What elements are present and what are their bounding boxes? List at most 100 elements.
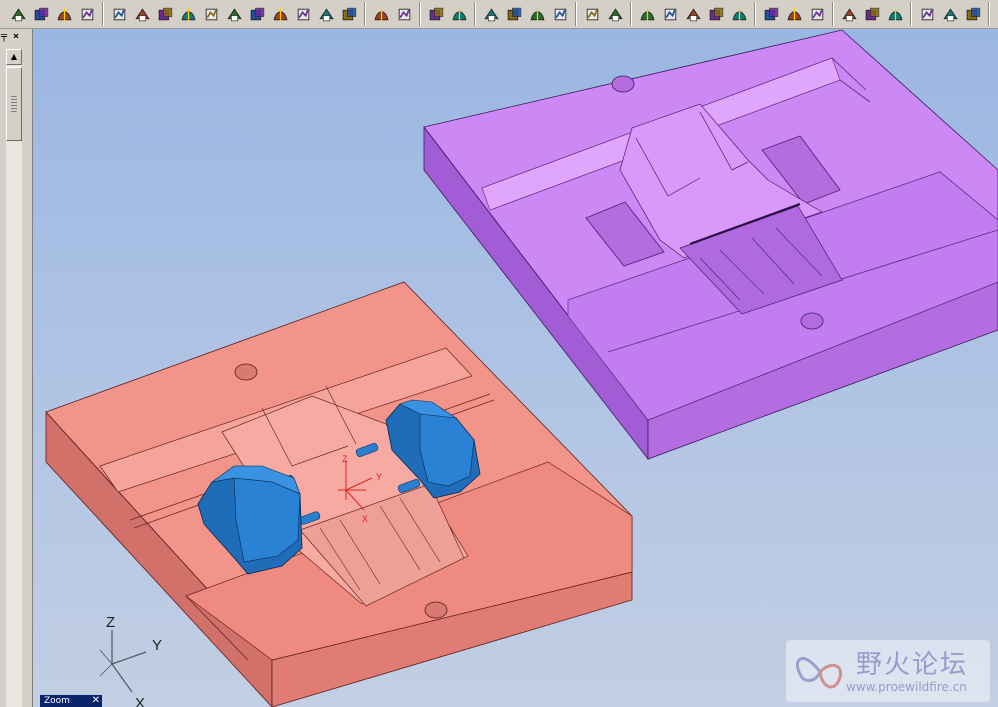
- ejector-icon: [732, 7, 747, 21]
- move-button[interactable]: [527, 3, 548, 25]
- rib-icon: [250, 7, 265, 20]
- shaded-button[interactable]: [839, 3, 860, 25]
- chamfer-button[interactable]: [178, 3, 199, 25]
- mold-volume-button[interactable]: [605, 3, 626, 25]
- shell-button[interactable]: [224, 3, 245, 25]
- sweep-button[interactable]: [109, 3, 130, 25]
- toolbar-group: [835, 2, 911, 26]
- offset-button[interactable]: [371, 3, 392, 25]
- analysis-button[interactable]: [917, 3, 938, 25]
- revolve-button[interactable]: [54, 3, 75, 25]
- parting-surface-icon: [640, 7, 655, 21]
- pattern-icon: [319, 7, 334, 21]
- mold-volume-icon: [608, 7, 623, 21]
- cavity-button[interactable]: [706, 3, 727, 25]
- hidden-line-button[interactable]: [885, 3, 906, 25]
- watermark-title: 野火论坛: [856, 650, 969, 680]
- main-toolbar: [0, 0, 998, 29]
- panel-pin-button[interactable]: ╤ ×: [0, 30, 27, 44]
- wireframe-button[interactable]: [862, 3, 883, 25]
- shaded-icon: [842, 7, 857, 21]
- axis-z-label: Z: [106, 614, 115, 631]
- thicken-button[interactable]: [394, 3, 415, 25]
- zoom-panel-tab[interactable]: Zoom ✕: [40, 695, 102, 707]
- chamfer-icon: [181, 7, 196, 21]
- regenerate-button[interactable]: [940, 3, 961, 25]
- merge-button[interactable]: [426, 3, 447, 25]
- hidden-line-icon: [888, 7, 903, 21]
- toolbar-group: [913, 2, 989, 26]
- toolbar-group: [422, 2, 475, 26]
- close-icon[interactable]: ✕: [92, 695, 100, 707]
- cut-button[interactable]: [293, 3, 314, 25]
- toolbar-group: [105, 2, 365, 26]
- parting-surface-button[interactable]: [637, 3, 658, 25]
- sketch-icon: [11, 7, 26, 21]
- wireframe-icon: [865, 7, 880, 20]
- draft-button[interactable]: [201, 3, 222, 25]
- extrude-button[interactable]: [31, 3, 52, 25]
- blend-button[interactable]: [132, 3, 153, 25]
- merge-icon: [429, 7, 444, 20]
- revolve-icon: [57, 7, 72, 21]
- toolbar-group: [757, 2, 833, 26]
- datum-plane-icon: [81, 8, 94, 20]
- rotate-button[interactable]: [550, 3, 571, 25]
- analysis-icon: [921, 8, 934, 20]
- pattern-button[interactable]: [316, 3, 337, 25]
- core-plate[interactable]: [45, 281, 633, 707]
- hole-icon: [273, 7, 288, 21]
- view-top-button[interactable]: [784, 3, 805, 25]
- move-icon: [530, 7, 545, 21]
- datum-plane-button[interactable]: [77, 3, 98, 25]
- graphics-viewport[interactable]: Z Y X Z Y X 野火论坛 www.proewildfire.cn: [33, 29, 998, 707]
- draft-icon: [205, 8, 218, 20]
- panel-scrollbar[interactable]: ▲: [6, 49, 22, 707]
- blend-icon: [135, 7, 150, 21]
- extract-button[interactable]: [683, 3, 704, 25]
- copy-icon: [484, 7, 499, 21]
- paste-button[interactable]: [504, 3, 525, 25]
- forum-watermark: 野火论坛 www.proewildfire.cn: [786, 640, 990, 702]
- mirror-icon: [342, 7, 357, 20]
- cavity-icon: [709, 7, 724, 20]
- round-icon: [158, 7, 173, 20]
- toolbar-group: [633, 2, 755, 26]
- view-top-icon: [787, 7, 802, 21]
- mold-component-icon: [586, 8, 599, 20]
- scroll-thumb[interactable]: [6, 67, 22, 141]
- toolbar-group: [4, 2, 103, 26]
- view-axis-indicator: Z Y X: [99, 614, 162, 707]
- watermark-url: www.proewildfire.cn: [846, 680, 967, 694]
- ejector-button[interactable]: [729, 3, 750, 25]
- axis-y-label: Y: [152, 637, 162, 654]
- shell-icon: [227, 7, 242, 21]
- model-csys-x-label: X: [362, 514, 368, 524]
- regenerate-icon: [943, 7, 958, 21]
- model-csys-y-label: Y: [376, 472, 382, 482]
- mirror-button[interactable]: [339, 3, 360, 25]
- grip-icon: [11, 96, 17, 112]
- toolbar-group: [477, 2, 576, 26]
- view-right-icon: [811, 8, 824, 20]
- view-front-icon: [764, 7, 779, 20]
- round-button[interactable]: [155, 3, 176, 25]
- view-right-button[interactable]: [807, 3, 828, 25]
- trim-button[interactable]: [449, 3, 470, 25]
- sketch-button[interactable]: [8, 3, 29, 25]
- mold-component-button[interactable]: [582, 3, 603, 25]
- split-volume-button[interactable]: [660, 3, 681, 25]
- hole-button[interactable]: [270, 3, 291, 25]
- trim-icon: [452, 7, 467, 21]
- sweep-icon: [113, 8, 126, 20]
- model-tree-panel: ╤ × ▲: [0, 29, 33, 707]
- measure-icon: [966, 7, 981, 20]
- measure-button[interactable]: [963, 3, 984, 25]
- scroll-up-arrow-icon[interactable]: ▲: [6, 49, 22, 65]
- view-front-button[interactable]: [761, 3, 782, 25]
- offset-icon: [374, 7, 389, 21]
- rib-button[interactable]: [247, 3, 268, 25]
- copy-button[interactable]: [481, 3, 502, 25]
- toolbar-group: [578, 2, 631, 26]
- thicken-icon: [398, 8, 411, 20]
